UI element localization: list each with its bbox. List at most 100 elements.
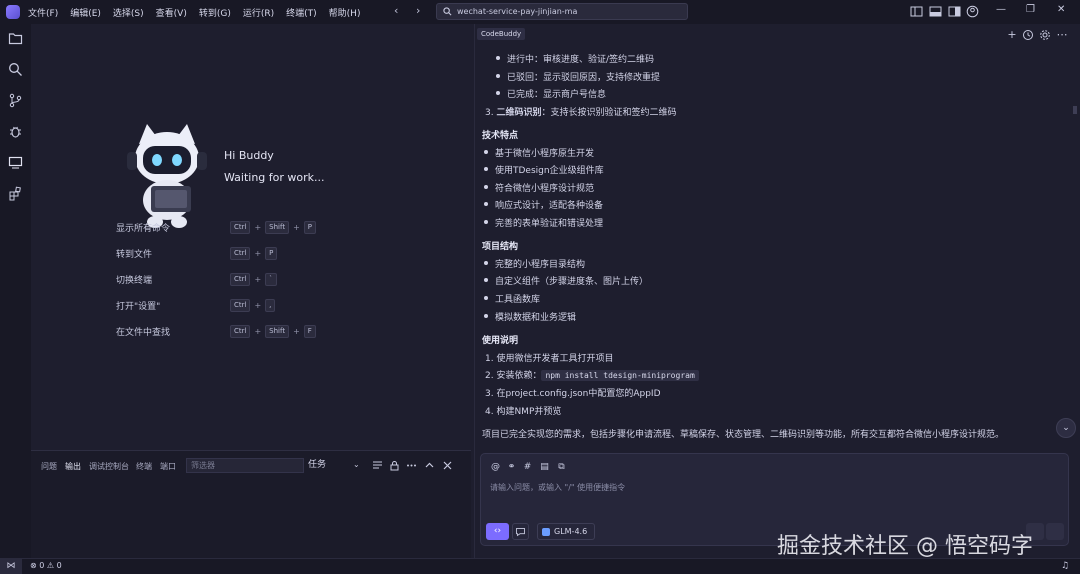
chevron-down-icon[interactable]: ⌄ xyxy=(353,460,360,469)
greeting-title: Hi Buddy xyxy=(224,149,274,162)
menu-go[interactable]: 转到(G) xyxy=(199,6,231,19)
search-value: wechat-service-pay-jinjian-ma xyxy=(457,7,578,16)
explorer-icon[interactable] xyxy=(8,31,23,46)
menu-edit[interactable]: 编辑(E) xyxy=(70,6,101,19)
gear-icon[interactable] xyxy=(1039,29,1051,41)
editor-welcome: Hi Buddy Waiting for work... 显示所有命令 Ctrl… xyxy=(31,24,471,450)
remote-indicator-icon[interactable]: ⋈ xyxy=(0,559,22,574)
command-row-show-all[interactable]: 显示所有命令 Ctrl + Shift + P xyxy=(116,220,416,234)
key-ctrl: Ctrl xyxy=(230,246,251,260)
menu-file[interactable]: 文件(F) xyxy=(28,6,58,19)
list-item: 已驳回：显示驳回原因，支持修改重提 xyxy=(495,70,660,83)
toggle-panel-icon[interactable] xyxy=(929,5,942,18)
menu-selection[interactable]: 选择(S) xyxy=(113,6,144,19)
nav-forward-icon[interactable]: › xyxy=(416,4,420,17)
command-row-go-to-file[interactable]: 转到文件 Ctrl + P xyxy=(116,246,416,260)
menu-help[interactable]: 帮助(H) xyxy=(329,6,361,19)
tab-ports[interactable]: 端口 xyxy=(160,461,176,472)
lock-icon[interactable] xyxy=(389,460,400,471)
new-chat-icon[interactable]: + xyxy=(1006,29,1018,41)
section-title: 使用说明 xyxy=(482,336,519,346)
shortcut-keys: Ctrl + Shift + P xyxy=(230,220,317,234)
error-icon: ⊗ xyxy=(30,561,37,570)
list-item: 基于微信小程序原生开发 xyxy=(483,146,594,159)
command-center-search[interactable]: wechat-service-pay-jinjian-ma xyxy=(436,3,688,20)
command-label: 显示所有命令 xyxy=(116,223,171,234)
chat-input-placeholder: 请输入问题，或输入 "/" 使用便捷指令 xyxy=(490,483,626,492)
more-actions-icon[interactable] xyxy=(406,460,417,471)
list-item: 响应式设计，适配各种设备 xyxy=(483,198,603,211)
menu-terminal[interactable]: 终端(T) xyxy=(286,6,317,19)
activity-bar xyxy=(0,24,31,558)
book-icon[interactable]: ▤ xyxy=(539,462,550,473)
link-icon[interactable]: ⚭ xyxy=(506,462,517,473)
key-shift: Shift xyxy=(265,220,290,234)
shortcut-keys: Ctrl + ` xyxy=(230,272,277,286)
tab-terminal[interactable]: 终端 xyxy=(136,461,152,472)
key-ctrl: Ctrl xyxy=(230,220,251,234)
menu-run[interactable]: 运行(R) xyxy=(243,6,274,19)
key-ctrl: Ctrl xyxy=(230,298,251,312)
item-bold: 二维码识别 xyxy=(496,108,542,118)
problems-indicator[interactable]: ⊗ 0 ⚠ 0 xyxy=(30,561,62,570)
remote-explorer-icon[interactable] xyxy=(8,155,23,170)
list-item: 3. 在project.config.json中配置您的AppID xyxy=(485,389,661,399)
menu-view[interactable]: 查看(V) xyxy=(156,6,187,19)
command-row-open-settings[interactable]: 打开"设置" Ctrl + , xyxy=(116,298,416,312)
key-ctrl: Ctrl xyxy=(230,324,251,338)
list-item: 完整的小程序目录结构 xyxy=(483,257,585,270)
maximize-panel-icon[interactable] xyxy=(424,460,435,471)
warning-count: 0 xyxy=(56,561,62,570)
summary-text: 项目已完全实现您的需求，包括步骤化申请流程、草稿保存、状态管理、二维码识别等功能… xyxy=(482,430,1005,440)
image-icon[interactable]: ⧉ xyxy=(556,462,567,473)
mention-icon[interactable]: @ xyxy=(490,462,501,473)
model-name: GLM-4.6 xyxy=(554,527,588,536)
debug-icon[interactable] xyxy=(8,124,23,139)
hash-icon[interactable]: # xyxy=(522,462,533,473)
key-shift: Shift xyxy=(265,324,290,338)
section-title: 技术特点 xyxy=(482,131,519,141)
extensions-icon[interactable] xyxy=(8,186,23,201)
list-item: 完善的表单验证和错误处理 xyxy=(483,216,603,229)
list-item: 使用TDesign企业级组件库 xyxy=(484,163,604,176)
scroll-to-bottom-button[interactable]: ⌄ xyxy=(1056,418,1076,438)
search-icon[interactable] xyxy=(8,62,23,77)
buddy-mascot-icon xyxy=(127,124,207,228)
warning-icon: ⚠ xyxy=(46,561,55,570)
command-label: 打开"设置" xyxy=(116,301,161,312)
chat-scrollbar[interactable] xyxy=(1073,106,1077,114)
notifications-icon[interactable]: ♫ xyxy=(1061,561,1069,571)
item-text: ：支持长按识别验证和签约二维码 xyxy=(541,108,677,118)
key-p: P xyxy=(303,220,317,234)
send-icon[interactable] xyxy=(1046,523,1064,540)
section-title: 项目结构 xyxy=(482,242,519,252)
list-item: 符合微信小程序设计规范 xyxy=(483,181,594,194)
minimize-icon[interactable]: — xyxy=(996,4,1006,15)
list-item: 1. 使用微信开发者工具打开项目 xyxy=(485,354,614,364)
command-row-find-in-files[interactable]: 在文件中查找 Ctrl + Shift + F xyxy=(116,324,416,338)
craft-mode-button[interactable]: ‹› xyxy=(486,523,509,540)
model-selector-button[interactable]: GLM-4.6 xyxy=(537,523,596,540)
tab-output[interactable]: 输出 xyxy=(65,461,81,472)
nav-back-icon[interactable]: ‹ xyxy=(394,4,398,17)
toggle-sidebar-icon[interactable] xyxy=(910,5,923,18)
more-icon[interactable]: ⋯ xyxy=(1056,29,1068,41)
watermark-text: 掘金技术社区 @ 悟空码字 xyxy=(777,534,1033,559)
close-panel-icon[interactable] xyxy=(442,460,453,471)
clear-output-icon[interactable] xyxy=(372,460,383,471)
maximize-icon[interactable]: ❐ xyxy=(1026,4,1035,15)
tab-problems[interactable]: 问题 xyxy=(41,461,57,472)
command-row-toggle-terminal[interactable]: 切换终端 Ctrl + ` xyxy=(116,272,416,286)
source-control-icon[interactable] xyxy=(8,93,23,108)
chat-mode-button[interactable] xyxy=(512,523,529,540)
greeting-status: Waiting for work... xyxy=(224,171,325,184)
chat-tag: CodeBuddy xyxy=(477,28,526,40)
toggle-secondary-sidebar-icon[interactable] xyxy=(948,5,961,18)
key-p: P xyxy=(265,246,278,260)
close-icon[interactable]: ✕ xyxy=(1057,4,1065,15)
shortcut-keys: Ctrl + , xyxy=(230,298,276,312)
panel-filter-input[interactable]: 筛选器 xyxy=(186,458,304,473)
account-icon[interactable] xyxy=(966,5,979,18)
tab-debug-console[interactable]: 调试控制台 xyxy=(89,461,129,472)
history-icon[interactable] xyxy=(1022,29,1034,41)
